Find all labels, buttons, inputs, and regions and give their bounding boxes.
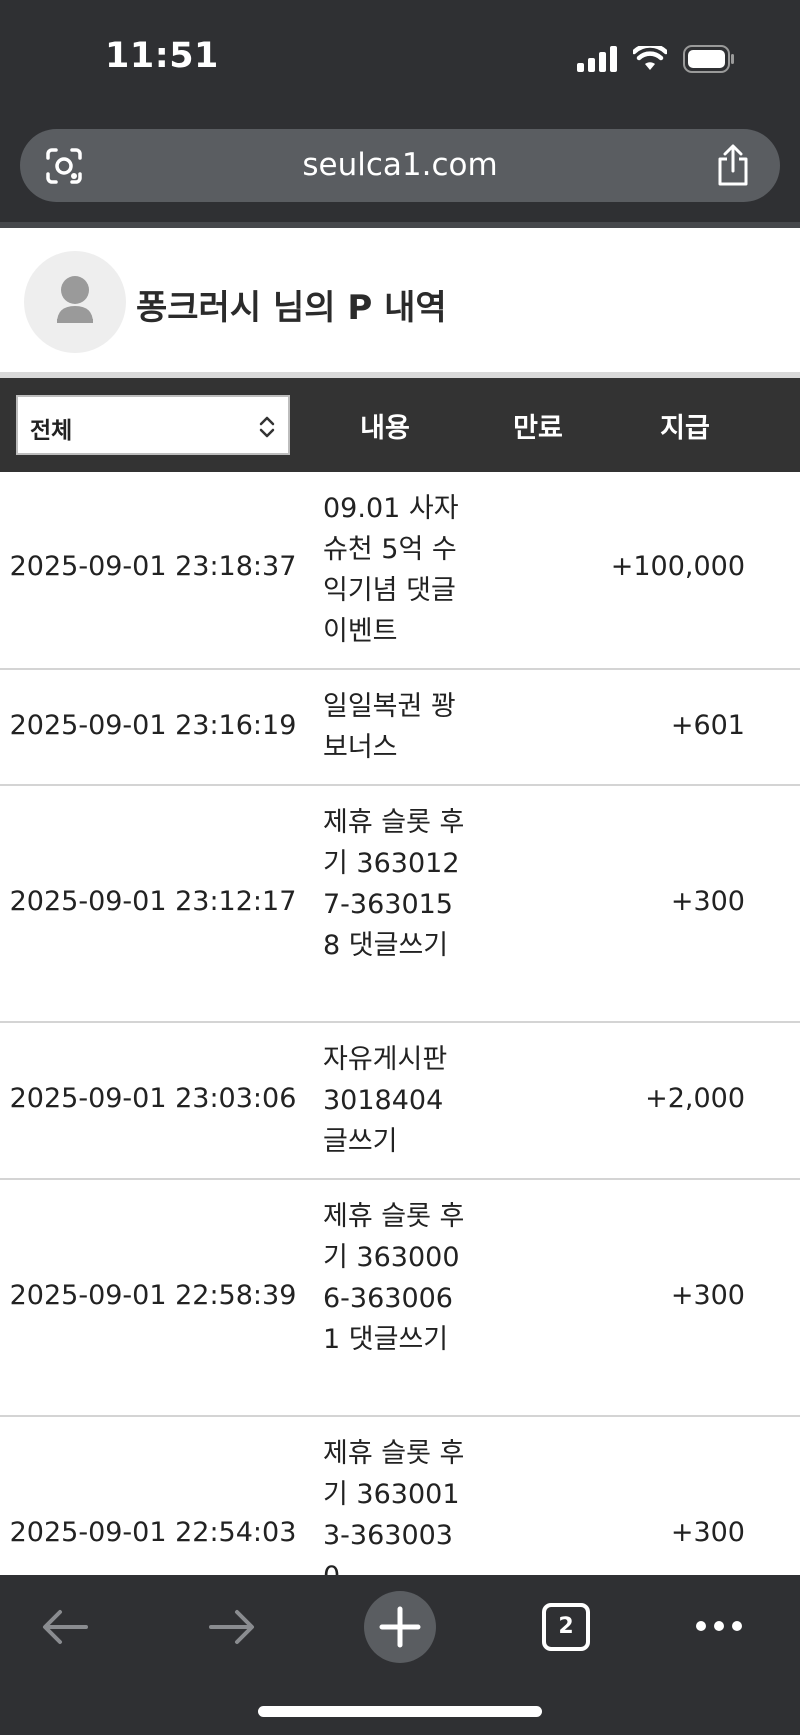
chevron-updown-icon <box>259 416 275 438</box>
signal-icon <box>577 46 617 72</box>
row-content: 제휴 슬롯 후기 3630013-3630030 <box>323 1438 465 1575</box>
filter-selected-value: 전체 <box>30 418 73 444</box>
row-amount: +300 <box>670 1280 745 1311</box>
page-title: 퐁크러시 님의 P 내역 <box>136 288 447 328</box>
table-row: 2025-09-01 23:18:37 09.01 사자 슈천 5억 수익기념 … <box>0 472 800 670</box>
browser-chrome-top: 11:51 seulca1.com <box>0 0 800 228</box>
status-time: 11:51 <box>105 36 219 76</box>
tabs-button[interactable]: 2 <box>542 1603 590 1651</box>
url-text[interactable]: seulca1.com <box>20 129 780 202</box>
new-tab-button[interactable] <box>364 1591 436 1663</box>
row-amount: +300 <box>670 886 745 917</box>
address-bar[interactable]: seulca1.com <box>20 129 780 202</box>
table-row: 2025-09-01 22:58:39 제휴 슬롯 후기 3630006-363… <box>0 1180 800 1417</box>
row-amount: +601 <box>670 710 745 741</box>
column-header-pay: 지급 <box>660 413 710 444</box>
row-date: 2025-09-01 22:58:39 <box>9 1280 297 1311</box>
row-content: 09.01 사자 슈천 5억 수익기념 댓글 이벤트 <box>323 493 459 647</box>
person-icon <box>57 276 93 323</box>
table-row: 2025-09-01 23:12:17 제휴 슬롯 후기 3630127-363… <box>0 786 800 1023</box>
wifi-icon <box>633 46 667 70</box>
filter-select[interactable]: 전체 <box>16 395 290 455</box>
row-date: 2025-09-01 22:54:03 <box>9 1517 297 1548</box>
row-amount: +100,000 <box>610 551 745 582</box>
row-amount: +300 <box>670 1517 745 1548</box>
row-date: 2025-09-01 23:16:19 <box>9 710 297 741</box>
more-icon[interactable] <box>694 1619 744 1633</box>
row-content: 자유게시판 3018404 글쓰기 <box>323 1044 448 1157</box>
back-arrow-icon[interactable] <box>40 1607 90 1647</box>
table-row: 2025-09-01 23:03:06 자유게시판 3018404 글쓰기 +2… <box>0 1023 800 1180</box>
row-date: 2025-09-01 23:12:17 <box>9 886 297 917</box>
profile-header: 퐁크러시 님의 P 내역 <box>0 228 800 378</box>
row-content: 제휴 슬롯 후기 3630127-3630158 댓글쓰기 <box>323 807 465 961</box>
share-icon[interactable] <box>714 144 752 186</box>
table-row: 2025-09-01 23:16:19 일일복권 꽝 보너스 +601 <box>0 670 800 786</box>
forward-arrow-icon[interactable] <box>207 1607 257 1647</box>
status-icons <box>577 44 735 74</box>
plus-icon <box>379 1606 421 1648</box>
home-indicator <box>258 1706 542 1717</box>
battery-icon <box>683 45 734 73</box>
avatar <box>24 251 126 353</box>
table-row: 2025-09-01 22:54:03 제휴 슬롯 후기 3630013-363… <box>0 1417 800 1575</box>
column-header-content: 내용 <box>360 413 410 444</box>
row-date: 2025-09-01 23:18:37 <box>9 551 297 582</box>
row-amount: +2,000 <box>645 1083 745 1114</box>
column-header-expire: 만료 <box>513 413 563 444</box>
table-header: 전체 내용 만료 지급 <box>0 378 800 472</box>
row-content: 제휴 슬롯 후기 3630006-3630061 댓글쓰기 <box>323 1201 465 1355</box>
points-table-body: 2025-09-01 23:18:37 09.01 사자 슈천 5억 수익기념 … <box>0 472 800 1575</box>
row-content: 일일복권 꽝 보너스 <box>323 691 456 763</box>
row-date: 2025-09-01 23:03:06 <box>9 1083 297 1114</box>
